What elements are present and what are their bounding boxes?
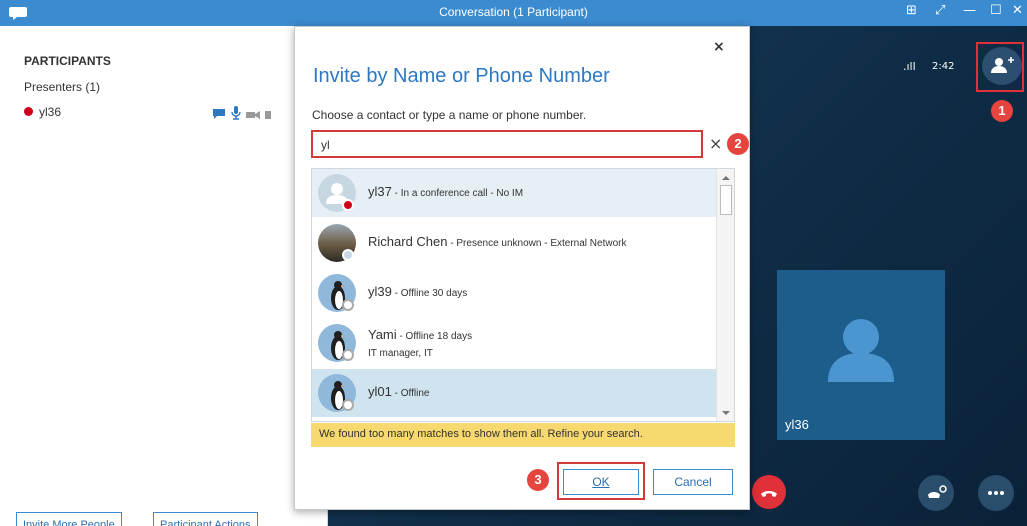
list-item[interactable]: yl01 - Offline: [312, 369, 716, 417]
annotation-badge-1: 1: [991, 100, 1013, 122]
annotation-badge-2: 2: [727, 133, 749, 155]
contact-name: Richard Chen: [368, 234, 448, 249]
call-controls-button[interactable]: [918, 475, 954, 511]
search-value: yl: [321, 138, 330, 152]
participant-item[interactable]: yl36: [24, 105, 61, 119]
contact-name: Yami: [368, 327, 397, 342]
window-title: Conversation (1 Participant): [439, 5, 588, 19]
presence-offline-icon: [342, 299, 354, 311]
list-item[interactable]: yl37 - In a conference call - No IM: [312, 169, 716, 217]
layout-icon[interactable]: ⊞: [906, 3, 917, 18]
scroll-up-icon[interactable]: [717, 172, 735, 184]
presence-unknown-icon: [342, 249, 354, 261]
participants-panel: PARTICIPANTS Presenters (1) yl36 Invite …: [0, 26, 328, 526]
contact-status: - Offline: [391, 388, 430, 399]
list-item[interactable]: yl39 - Offline 30 days: [312, 269, 716, 317]
invite-more-people-button[interactable]: Invite More People: [16, 512, 122, 526]
signal-bars-icon: .ıll: [903, 60, 916, 73]
dialog-title: Invite by Name or Phone Number: [313, 65, 610, 87]
participant-video-tile: [777, 270, 945, 440]
share-icon: [265, 111, 272, 119]
results-scrollbar[interactable]: [716, 169, 734, 421]
presenters-label: Presenters (1): [24, 80, 101, 94]
tile-participant-name: yl36: [785, 417, 809, 432]
contact-status: - Offline 30 days: [391, 288, 468, 299]
scroll-thumb[interactable]: [720, 185, 732, 215]
presence-busy-icon: [24, 107, 33, 116]
fullscreen-icon[interactable]: ⤢: [935, 3, 945, 18]
too-many-matches-warning: We found too many matches to show them a…: [311, 423, 735, 447]
annotation-box-add-people: [976, 42, 1024, 92]
phone-settings-icon: [928, 485, 947, 498]
microphone-icon: [231, 106, 241, 120]
minimize-button[interactable]: —: [963, 3, 976, 18]
clear-search-icon[interactable]: ×: [709, 134, 722, 153]
title-bar: Conversation (1 Participant) ⊞ ⤢ — ☐ ✕: [0, 0, 1027, 26]
participants-heading: PARTICIPANTS: [24, 54, 111, 68]
annotation-badge-3: 3: [527, 469, 549, 491]
contact-title: IT manager, IT: [368, 348, 433, 359]
contact-status: - Offline 18 days: [396, 331, 473, 342]
scroll-down-icon[interactable]: [717, 407, 735, 419]
more-icon: [988, 491, 1004, 495]
dialog-close-button[interactable]: ×: [713, 39, 725, 55]
im-icon: [213, 109, 225, 119]
list-item[interactable]: Yami - Offline 18 days IT manager, IT: [312, 319, 716, 367]
person-placeholder-icon: [828, 319, 894, 382]
invite-dialog: × Invite by Name or Phone Number Choose …: [294, 26, 750, 510]
hang-up-button[interactable]: [752, 475, 786, 509]
participant-name: yl36: [39, 105, 62, 119]
more-options-button[interactable]: [978, 475, 1014, 511]
presence-busy-icon: [342, 199, 354, 211]
close-window-button[interactable]: ✕: [1012, 3, 1023, 18]
contact-name: yl37: [368, 184, 392, 199]
contact-name: yl01: [368, 384, 392, 399]
participant-actions-button[interactable]: Participant Actions: [153, 512, 258, 526]
dialog-instruction: Choose a contact or type a name or phone…: [312, 108, 587, 122]
contact-status: - In a conference call - No IM: [391, 188, 524, 199]
maximize-button[interactable]: ☐: [990, 3, 1002, 18]
call-duration: 2:42: [932, 61, 955, 72]
contact-results-list: yl37 - In a conference call - No IM Rich…: [311, 168, 735, 422]
cancel-button[interactable]: Cancel: [653, 469, 733, 495]
search-input[interactable]: yl: [311, 130, 703, 158]
list-item[interactable]: Richard Chen - Presence unknown - Extern…: [312, 219, 716, 267]
contact-status: - Presence unknown - External Network: [447, 238, 627, 249]
participant-modality-icons: [212, 105, 272, 124]
hang-up-icon: [761, 491, 777, 497]
presence-offline-icon: [342, 399, 354, 411]
ok-button[interactable]: OK: [563, 469, 639, 495]
presence-offline-icon: [342, 349, 354, 361]
contact-name: yl39: [368, 284, 392, 299]
video-icon: [246, 111, 261, 119]
